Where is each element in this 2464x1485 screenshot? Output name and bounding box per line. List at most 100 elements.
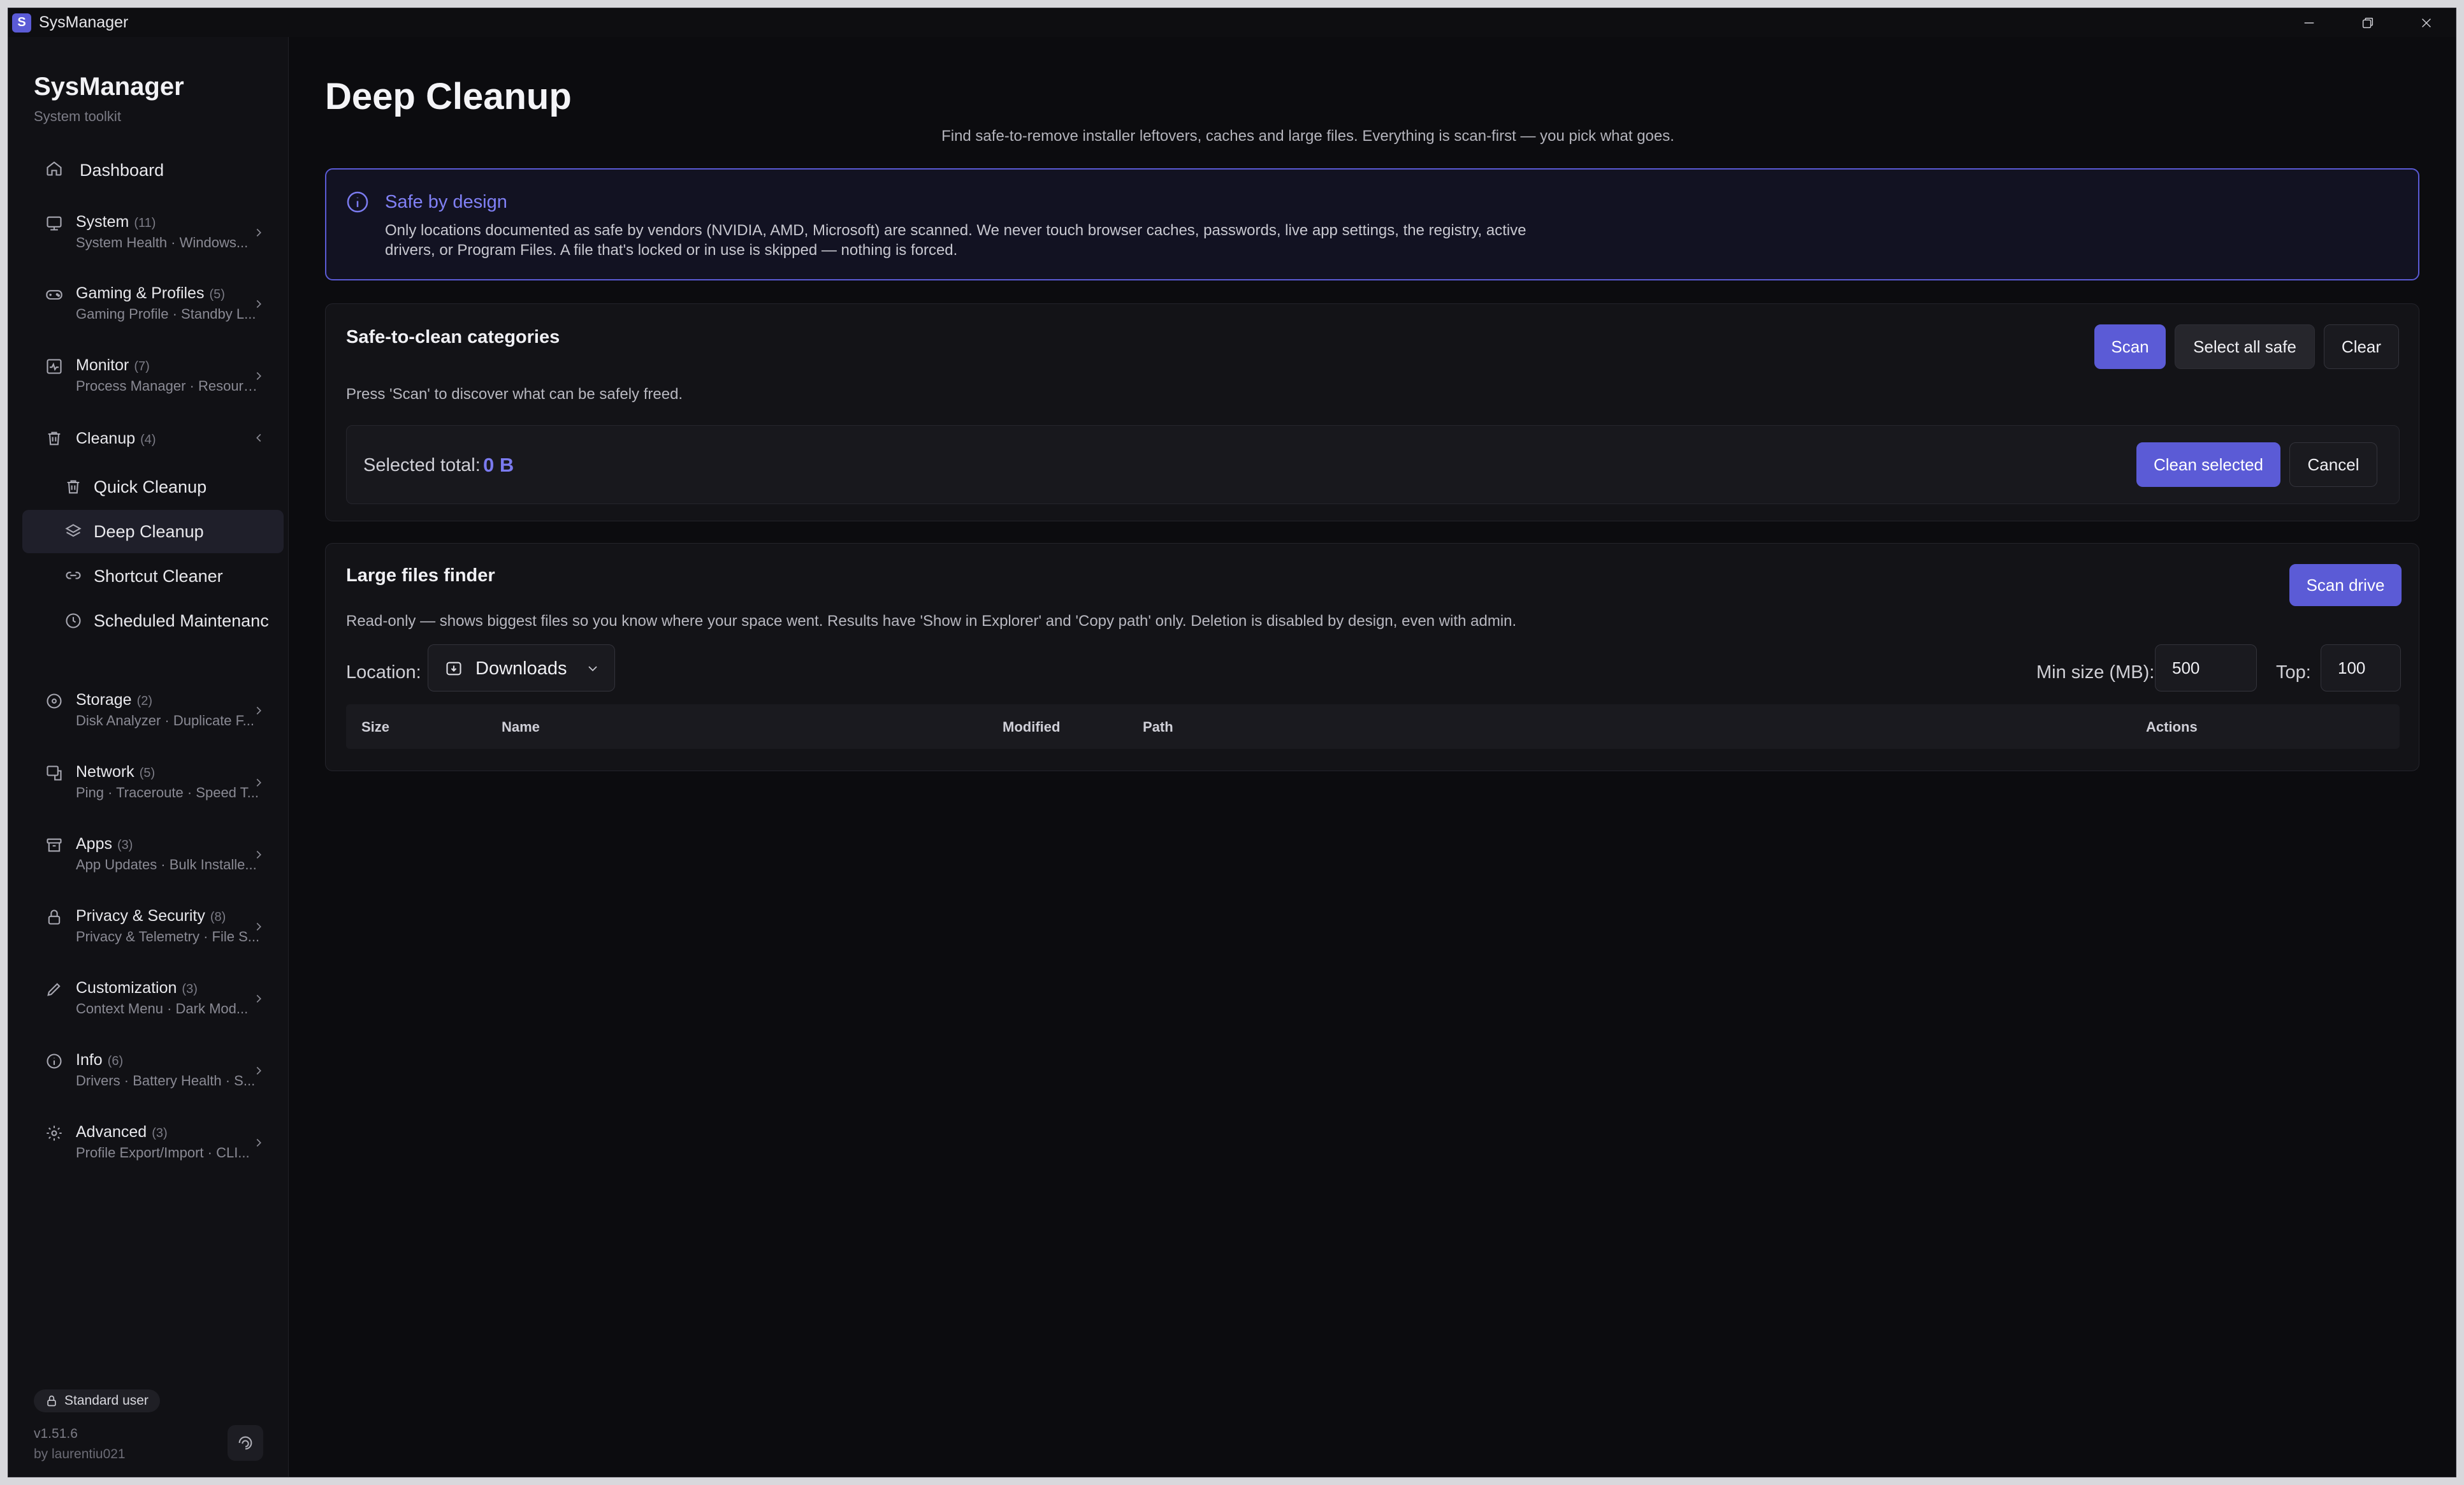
sidebar-item-label: Network [76, 763, 134, 781]
chevron-down-icon [252, 431, 266, 445]
min-size-input[interactable] [2155, 644, 2257, 692]
sidebar-item-label: Shortcut Cleaner [94, 567, 223, 586]
column-header-name[interactable]: Name [502, 719, 540, 735]
clean-selected-button[interactable]: Clean selected [2136, 442, 2280, 487]
sidebar-item-label: Dashboard [80, 161, 164, 180]
sidebar-brand-subtitle: System toolkit [34, 108, 121, 124]
sidebar-item-count: (5) [209, 287, 225, 301]
close-icon [2422, 18, 2431, 27]
disk-icon [45, 692, 63, 710]
sidebar-item-info[interactable]: Info (6) Drivers · Battery Health · S... [22, 1043, 280, 1101]
chevron-down-icon [585, 661, 600, 676]
sidebar-item-label: Quick Cleanup [94, 477, 207, 496]
safe-by-design-notice: Safe by design Only locations documented… [325, 168, 2419, 280]
sidebar-item-privacy-security[interactable]: Privacy & Security (8) Privacy & Telemetr… [22, 899, 280, 957]
sidebar-item-description: App Updates · Bulk Installe... [76, 857, 257, 873]
sidebar-item-label: Advanced [76, 1123, 147, 1141]
sidebar-item-system[interactable]: System (11) System Health · Windows... [22, 205, 280, 263]
sidebar-item-dashboard[interactable]: Dashboard [22, 149, 280, 187]
sidebar-item-network[interactable]: Network (5) Ping · Traceroute · Speed T..… [22, 755, 280, 813]
info-icon [345, 190, 370, 214]
restore-button[interactable] [2338, 8, 2397, 37]
sidebar-item-description: Disk Analyzer · Duplicate F... [76, 713, 254, 728]
column-header-path[interactable]: Path [1143, 719, 1173, 735]
notice-text: Only locations documented as safe by ven… [385, 222, 1526, 259]
sidebar-item-count: (6) [107, 1054, 124, 1068]
location-label: Location: [346, 662, 421, 683]
sidebar-item-deep-cleanup[interactable]: Deep Cleanup [22, 510, 284, 553]
info-icon [45, 1052, 63, 1070]
trash-icon [45, 430, 63, 447]
sidebar-item-advanced[interactable]: Advanced (3) Profile Export/Import · CLI.… [22, 1115, 280, 1173]
sidebar-item-label: Privacy & Security [76, 907, 205, 925]
downloads-folder-icon [445, 660, 463, 677]
chevron-right-icon [252, 992, 266, 1006]
sidebar: SysManager System toolkit Dashboard Syst… [8, 37, 289, 1477]
sidebar-item-label: System [76, 213, 129, 231]
select-all-safe-button[interactable]: Select all safe [2175, 324, 2315, 369]
card-title: Large files finder [346, 565, 495, 586]
sidebar-item-label: Deep Cleanup [94, 522, 204, 541]
selected-total-value: 0 B [483, 454, 514, 476]
sidebar-item-description: Context Menu · Dark Mod... [76, 1001, 249, 1017]
sidebar-item-label: Info [76, 1051, 103, 1069]
window-title: SysManager [39, 13, 129, 31]
lock-icon [45, 908, 63, 926]
close-button[interactable] [2397, 8, 2456, 37]
sidebar-item-count: (3) [182, 982, 198, 996]
top-count-label: Top: [2276, 662, 2311, 683]
selected-total-label: Selected total: [363, 455, 481, 475]
column-header-modified[interactable]: Modified [1003, 719, 1060, 735]
sidebar-item-label: Storage [76, 691, 132, 709]
sidebar-item-count: (8) [210, 910, 226, 924]
clear-button[interactable]: Clear [2324, 324, 2399, 369]
column-header-size[interactable]: Size [361, 719, 389, 735]
scan-hint: Press 'Scan' to discover what can be saf… [346, 386, 683, 403]
chevron-right-icon [252, 369, 266, 383]
notice-title: Safe by design [385, 192, 507, 212]
sidebar-item-description: Drivers · Battery Health · S... [76, 1073, 256, 1089]
link-icon [64, 567, 82, 585]
sidebar-item-storage[interactable]: Storage (2) Disk Analyzer · Duplicate F..… [22, 683, 280, 741]
sidebar-item-label: Apps [76, 835, 112, 853]
cancel-button[interactable]: Cancel [2289, 442, 2377, 487]
chevron-right-icon [252, 297, 266, 311]
sidebar-item-apps[interactable]: Apps (3) App Updates · Bulk Installe... [22, 827, 280, 885]
page-title: Deep Cleanup [325, 76, 572, 117]
sidebar-item-gaming-profiles[interactable]: Gaming & Profiles (5) Gaming Profile · St… [22, 277, 280, 334]
chevron-right-icon [252, 1064, 266, 1078]
main-content: Deep Cleanup Find safe-to-remove install… [289, 37, 2456, 1477]
large-files-description: Read-only — shows biggest files so you k… [346, 612, 1517, 630]
sidebar-item-scheduled-maintenance[interactable]: Scheduled Maintenanc [22, 599, 284, 642]
sidebar-item-shortcut-cleaner[interactable]: Shortcut Cleaner [22, 554, 284, 598]
minimize-icon [2304, 22, 2314, 24]
sidebar-item-label: Customization [76, 979, 177, 997]
title-bar: S SysManager [8, 8, 2456, 37]
sidebar-item-customization[interactable]: Customization (3) Context Menu · Dark Mod… [22, 971, 280, 1029]
support-button[interactable] [228, 1425, 263, 1461]
sidebar-item-count: (11) [134, 216, 156, 230]
top-count-input[interactable] [2321, 644, 2401, 692]
scan-button[interactable]: Scan [2094, 324, 2166, 369]
archive-icon [45, 836, 63, 854]
chevron-right-icon [252, 848, 266, 862]
clock-icon [64, 612, 82, 630]
sidebar-item-count: (3) [152, 1126, 168, 1140]
sidebar-item-label: Monitor [76, 356, 129, 374]
large-files-card: Large files finder Scan drive Read-only … [325, 543, 2419, 771]
sidebar-item-description: Profile Export/Import · CLI... [76, 1145, 250, 1161]
sidebar-item-description: Gaming Profile · Standby L... [76, 306, 256, 322]
sidebar-item-cleanup[interactable]: Cleanup (4) [22, 419, 280, 458]
sidebar-item-count: (3) [117, 838, 133, 852]
scan-drive-button[interactable]: Scan drive [2289, 564, 2402, 606]
app-author: by laurentiu021 [34, 1447, 126, 1461]
lock-icon [47, 1395, 56, 1407]
support-icon [238, 1436, 252, 1450]
minimize-button[interactable] [2280, 8, 2338, 37]
chevron-right-icon [252, 1136, 266, 1150]
location-dropdown[interactable]: Downloads [428, 644, 615, 692]
sidebar-item-monitor[interactable]: Monitor (7) Process Manager · Resourc... [22, 349, 280, 406]
sidebar-item-description: Privacy & Telemetry · File S... [76, 929, 260, 945]
sidebar-item-quick-cleanup[interactable]: Quick Cleanup [22, 465, 284, 509]
sidebar-item-description: System Health · Windows... [76, 235, 249, 250]
